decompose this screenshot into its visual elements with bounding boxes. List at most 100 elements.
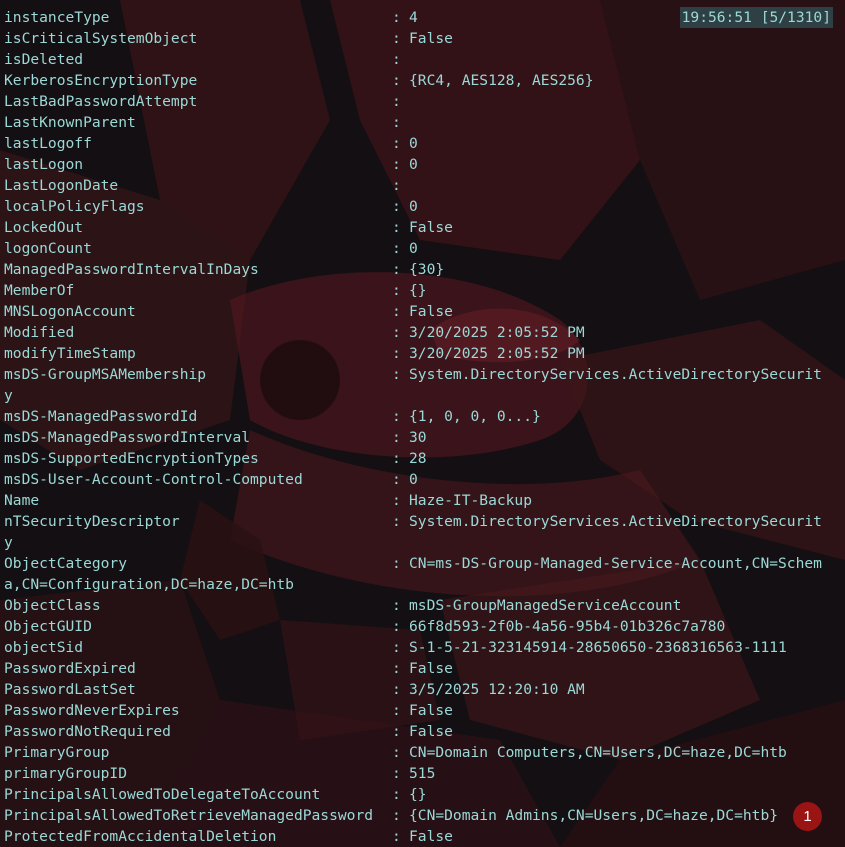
property-value: Haze-IT-Backup — [409, 492, 533, 509]
output-line: LastLogonDate: — [4, 175, 845, 196]
property-value: 3/20/2025 2:05:52 PM — [409, 345, 585, 362]
property-value: {CN=Domain Admins,CN=Users,DC=haze,DC=ht… — [409, 807, 779, 824]
output-line: objectSid: S-1-5-21-323145914-28650650-23… — [4, 637, 845, 658]
output-line: KerberosEncryptionType: {RC4, AES128, AES… — [4, 70, 845, 91]
property-value: False — [409, 660, 453, 677]
property-separator: : — [392, 723, 401, 740]
property-name: LockedOut — [4, 219, 84, 236]
property-name: LastKnownParent — [4, 114, 136, 131]
property-value: 515 — [409, 765, 436, 782]
property-value: 3/20/2025 2:05:52 PM — [409, 324, 585, 341]
property-separator: : — [392, 492, 401, 509]
property-name: PasswordNotRequired — [4, 723, 171, 740]
property-name: primaryGroupID — [4, 765, 128, 782]
output-line: msDS-ManagedPasswordInterval:30 — [4, 427, 845, 448]
output-line: isDeleted: — [4, 49, 845, 70]
property-value: 3/5/2025 12:20:10 AM — [409, 681, 585, 698]
property-value: 0 — [409, 198, 418, 215]
property-value: {} — [409, 786, 427, 803]
property-separator: : — [392, 9, 401, 26]
output-line: PasswordNotRequired: False — [4, 721, 845, 742]
output-line: logonCount:0 — [4, 238, 845, 259]
output-line: Modified:3/20/2025 2:05:52 PM — [4, 322, 845, 343]
property-separator: : — [392, 135, 401, 152]
property-separator: : — [392, 429, 401, 446]
property-value: 66f8d593-2f0b-4a56-95b4-01b326c7a780 — [409, 618, 726, 635]
output-line: modifyTimeStamp:3/20/2025 2:05:52 PM — [4, 343, 845, 364]
output-line: PasswordLastSet:3/5/2025 12:20:10 AM — [4, 679, 845, 700]
output-line: nTSecurityDescriptor: System.DirectorySer… — [4, 511, 845, 532]
output-line: LastBadPasswordAttempt: — [4, 91, 845, 112]
property-name: objectSid — [4, 639, 84, 656]
property-value: CN=ms-DS-Group-Managed-Service-Account,C… — [409, 555, 822, 572]
output-line: y — [4, 385, 845, 406]
property-value: {1, 0, 0, 0...} — [409, 408, 541, 425]
output-line: LastKnownParent: — [4, 112, 845, 133]
property-value: {} — [409, 282, 427, 299]
output-line: Name: Haze-IT-Backup — [4, 490, 845, 511]
property-name: localPolicyFlags — [4, 198, 145, 215]
property-name: msDS-SupportedEncryptionTypes — [4, 450, 259, 467]
property-separator: : — [392, 660, 401, 677]
property-value: CN=Domain Computers,CN=Users,DC=haze,DC=… — [409, 744, 787, 761]
property-name: PrincipalsAllowedToDelegateToAccount — [4, 786, 321, 803]
property-name: Modified — [4, 324, 75, 341]
property-separator: : — [392, 114, 401, 131]
output-line: isCriticalSystemObject: False — [4, 28, 845, 49]
property-name: isCriticalSystemObject — [4, 30, 198, 47]
wrapped-continuation: y — [4, 534, 13, 551]
output-line: ManagedPasswordIntervalInDays: {30} — [4, 259, 845, 280]
property-value: System.DirectoryServices.ActiveDirectory… — [409, 513, 822, 530]
property-name: ObjectClass — [4, 597, 101, 614]
property-value: {RC4, AES128, AES256} — [409, 72, 594, 89]
property-value: False — [409, 723, 453, 740]
property-value: 0 — [409, 156, 418, 173]
property-value: 28 — [409, 450, 427, 467]
wrapped-continuation: a,CN=Configuration,DC=haze,DC=htb — [4, 576, 294, 593]
output-line: msDS-SupportedEncryptionTypes:28 — [4, 448, 845, 469]
property-name: modifyTimeStamp — [4, 345, 136, 362]
property-separator: : — [392, 93, 401, 110]
property-name: LastBadPasswordAttempt — [4, 93, 198, 110]
property-name: instanceType — [4, 9, 110, 26]
output-line: lastLogon:0 — [4, 154, 845, 175]
property-separator: : — [392, 828, 401, 845]
property-separator: : — [392, 597, 401, 614]
output-line: ObjectGUID:66f8d593-2f0b-4a56-95b4-01b32… — [4, 616, 845, 637]
property-value: 30 — [409, 429, 427, 446]
terminal-output: instanceType:4 isCriticalSystemObject: Fal… — [4, 7, 845, 847]
property-separator: : — [392, 618, 401, 635]
output-line: MemberOf: {} — [4, 280, 845, 301]
property-name: isDeleted — [4, 51, 84, 68]
output-line: LockedOut: False — [4, 217, 845, 238]
property-value: 0 — [409, 471, 418, 488]
property-separator: : — [392, 681, 401, 698]
property-separator: : — [392, 555, 401, 572]
annotation-marker: 1 — [793, 802, 822, 831]
property-separator: : — [392, 282, 401, 299]
output-line: MNSLogonAccount: False — [4, 301, 845, 322]
property-separator: : — [392, 807, 401, 824]
property-separator: : — [392, 639, 401, 656]
property-name: ProtectedFromAccidentalDeletion — [4, 828, 277, 845]
property-name: msDS-User-Account-Control-Computed — [4, 471, 303, 488]
property-separator: : — [392, 240, 401, 257]
property-name: lastLogoff — [4, 135, 92, 152]
property-value: False — [409, 303, 453, 320]
property-value: System.DirectoryServices.ActiveDirectory… — [409, 366, 822, 383]
property-separator: : — [392, 261, 401, 278]
property-separator: : — [392, 324, 401, 341]
property-name: MemberOf — [4, 282, 75, 299]
property-name: ManagedPasswordIntervalInDays — [4, 261, 259, 278]
property-name: PrimaryGroup — [4, 744, 110, 761]
output-line: a,CN=Configuration,DC=haze,DC=htb — [4, 574, 845, 595]
property-value: False — [409, 702, 453, 719]
property-name: msDS-GroupMSAMembership — [4, 366, 207, 383]
output-line: msDS-ManagedPasswordId: {1, 0, 0, 0...} — [4, 406, 845, 427]
property-value: 0 — [409, 240, 418, 257]
wrapped-continuation: y — [4, 387, 13, 404]
property-name: MNSLogonAccount — [4, 303, 136, 320]
status-clock: 19:56:51 [5/1310] — [679, 7, 833, 28]
output-line: ObjectClass: msDS-GroupManagedServiceAcco… — [4, 595, 845, 616]
property-value: False — [409, 828, 453, 845]
